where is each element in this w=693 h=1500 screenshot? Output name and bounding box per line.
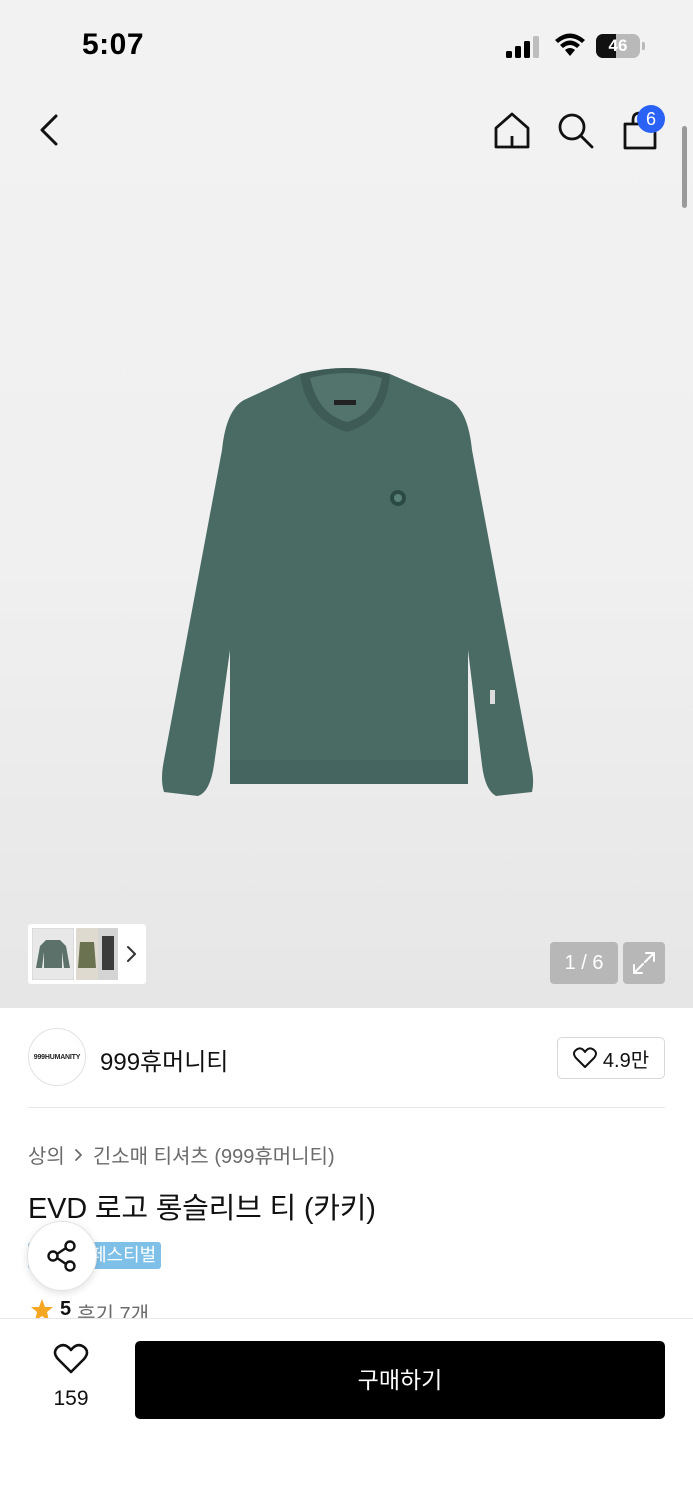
share-icon (47, 1240, 76, 1272)
home-icon (494, 112, 530, 149)
brand-like-count: 4.9만 (602, 1049, 650, 1072)
battery-percent: 46 (608, 36, 628, 55)
back-button[interactable] (26, 106, 74, 154)
home-button[interactable] (488, 106, 536, 154)
thumbnail-strip[interactable] (28, 924, 146, 984)
wishlist-count: 159 (53, 1387, 89, 1410)
breadcrumb-category[interactable]: 상의 (28, 1140, 65, 1169)
battery-icon: 46 (596, 34, 645, 58)
rating-row[interactable]: 5 후기 7개 (30, 1298, 149, 1320)
product-title: EVD 로고 롱슬리브 티 (카키) (28, 1193, 376, 1225)
image-counter: 1 / 6 (550, 942, 618, 984)
chevron-right-icon[interactable] (124, 942, 140, 966)
expand-icon (633, 952, 655, 974)
bottom-action-bar: 159 구매하기 (0, 1318, 693, 1500)
search-button[interactable] (551, 106, 599, 154)
wifi-icon (555, 33, 585, 56)
divider (28, 1107, 665, 1108)
breadcrumb: 상의 긴소매 티셔츠 (999휴머니티) (28, 1140, 335, 1169)
breadcrumb-subcategory[interactable]: 긴소매 티셔츠 (999휴머니티) (93, 1140, 335, 1169)
status-time: 5:07 (82, 28, 145, 61)
product-image (162, 368, 534, 796)
top-navigation (0, 92, 693, 172)
cellular-signal-icon (506, 36, 539, 58)
wishlist-button[interactable]: 159 (38, 1343, 104, 1413)
brand-name[interactable]: 999휴머니티 (100, 1042, 228, 1077)
thumbnail-1[interactable] (32, 928, 74, 980)
heart-icon (572, 1047, 597, 1068)
brand-like-button[interactable]: 4.9만 (557, 1037, 665, 1079)
rating-score: 5 (60, 1298, 72, 1320)
tag-label: 페스티벌 (90, 1245, 157, 1265)
brand-logo[interactable]: 999HUMANITY (28, 1028, 86, 1086)
star-icon (31, 1299, 53, 1320)
heart-icon (53, 1343, 89, 1374)
brand-row: 999HUMANITY 999휴머니티 4.9만 (0, 1008, 693, 1108)
chevron-left-icon (40, 114, 58, 146)
search-icon (558, 113, 594, 149)
review-count[interactable]: 후기 7개 (77, 1298, 149, 1320)
buy-button[interactable]: 구매하기 (135, 1341, 665, 1419)
chevron-right-icon (74, 1148, 82, 1161)
share-button[interactable] (27, 1221, 97, 1291)
cart-count-badge: 6 (637, 105, 665, 133)
fullscreen-button[interactable] (623, 942, 665, 984)
thumbnail-3[interactable] (98, 928, 118, 980)
scrollbar[interactable] (682, 126, 687, 208)
thumbnail-2[interactable] (76, 928, 98, 980)
status-bar: 5:07 46 (0, 0, 693, 92)
